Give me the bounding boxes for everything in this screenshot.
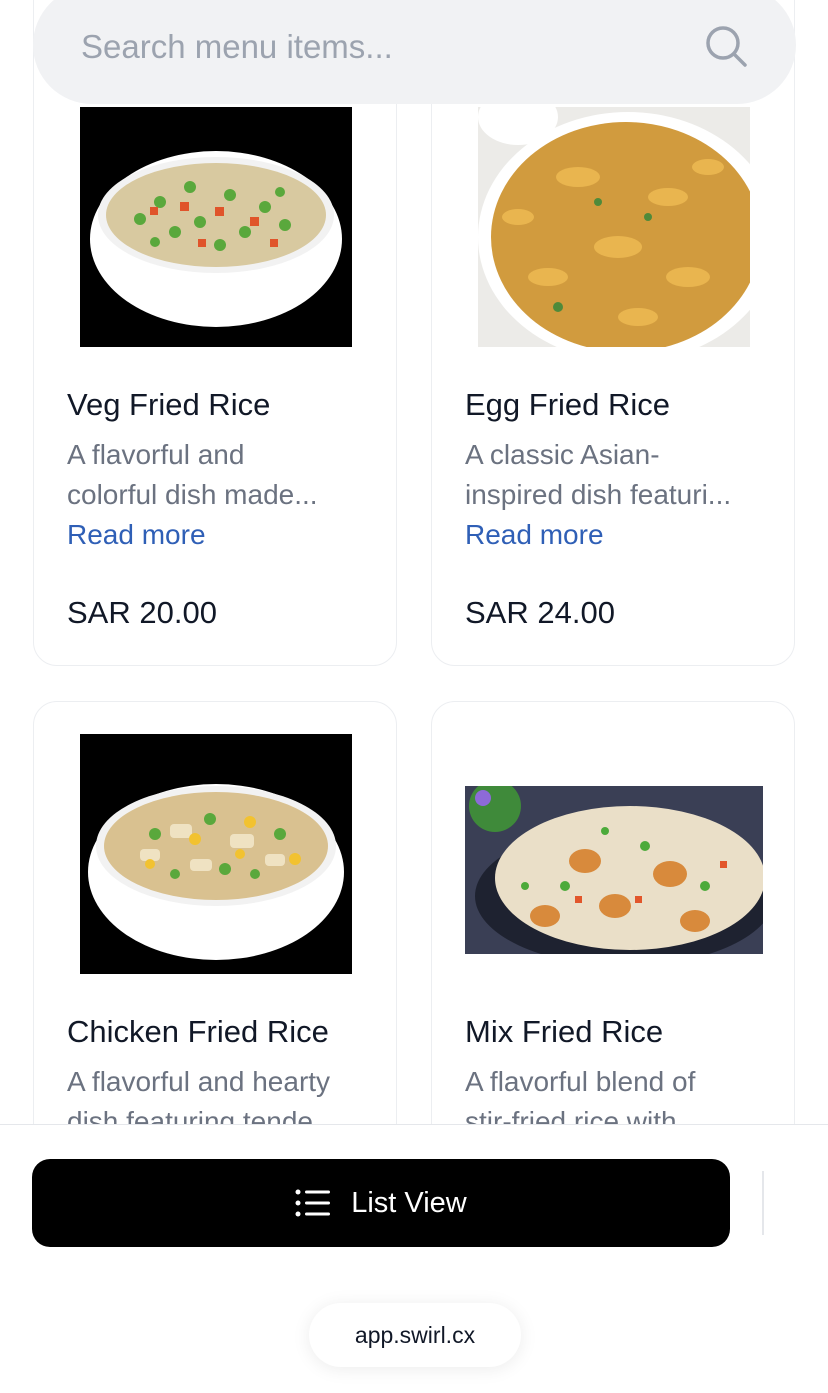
menu-item-image[interactable] <box>80 107 352 347</box>
menu-item-description: A classic Asian- inspired dish featuri..… <box>465 439 732 510</box>
menu-item-price: SAR 20.00 <box>67 595 217 630</box>
list-icon <box>295 1189 331 1217</box>
url-text: app.swirl.cx <box>354 1321 476 1348</box>
menu-item-image[interactable] <box>465 786 763 954</box>
search-input[interactable]: Search menu items... <box>81 28 393 66</box>
bottom-bar: List View app.swirl.cx <box>0 1124 828 1393</box>
menu-item-title[interactable]: Chicken Fried Rice <box>67 1014 329 1050</box>
menu-item-image[interactable] <box>478 107 750 347</box>
menu-item-description: A flavorful and colorful dish made... <box>67 439 318 510</box>
divider <box>762 1171 764 1235</box>
menu-item-description: A flavorful blend of stir-fried rice wit… <box>465 1066 696 1125</box>
list-view-label: List View <box>351 1186 467 1219</box>
menu-card[interactable]: Mix Fried Rice A flavorful blend of stir… <box>431 701 795 1125</box>
search-icon[interactable] <box>704 24 748 68</box>
menu-item-description: A flavorful and hearty dish featuring te… <box>67 1066 331 1125</box>
url-bar[interactable]: app.swirl.cx <box>309 1303 521 1367</box>
search-bar[interactable]: Search menu items... <box>33 0 796 104</box>
menu-item-title[interactable]: Veg Fried Rice <box>67 387 270 423</box>
menu-card[interactable]: Chicken Fried Rice A flavorful and heart… <box>33 701 397 1125</box>
menu-item-image[interactable] <box>80 734 352 974</box>
list-view-button[interactable]: List View <box>32 1159 730 1247</box>
menu-item-price: SAR 24.00 <box>465 595 615 630</box>
menu-item-title[interactable]: Mix Fried Rice <box>465 1014 663 1050</box>
read-more-link[interactable]: Read more <box>465 519 604 551</box>
read-more-link[interactable]: Read more <box>67 519 206 551</box>
menu-grid: Veg Fried Rice A flavorful and colorful … <box>0 0 828 1125</box>
menu-item-title[interactable]: Egg Fried Rice <box>465 387 670 423</box>
